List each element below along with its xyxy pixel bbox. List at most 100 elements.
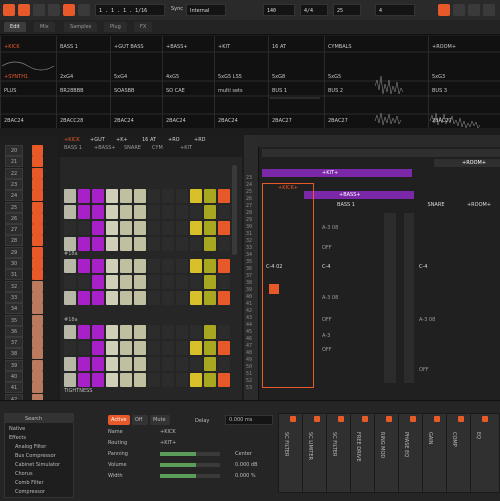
row-number[interactable]: 33 — [5, 291, 23, 303]
row-number[interactable]: 25 — [5, 201, 23, 213]
note-cell[interactable]: OFF — [322, 245, 332, 251]
browser-item[interactable]: Compressor — [15, 489, 45, 495]
row-number[interactable]: 23 — [5, 178, 23, 190]
matrix-cell[interactable] — [64, 291, 76, 305]
tab-mix[interactable]: Mix — [34, 22, 55, 32]
close-icon[interactable] — [483, 4, 495, 16]
pattern-slot[interactable] — [32, 235, 43, 247]
tempo-display[interactable]: 140 — [263, 4, 295, 16]
param-slider[interactable] — [160, 452, 220, 456]
matrix-cell[interactable] — [218, 205, 230, 219]
overview-track[interactable]: BASS 1 2xG4 BR28BBB 2BACC28 — [56, 36, 110, 128]
matrix-cell[interactable] — [204, 341, 216, 355]
kick-track-column[interactable]: +KICK+ — [262, 183, 314, 388]
latency-display[interactable]: 4 — [375, 4, 415, 16]
off-button[interactable]: Off — [132, 415, 148, 425]
matrix-cell[interactable] — [120, 189, 132, 203]
tab-fx[interactable]: FX — [134, 22, 153, 32]
matrix-cell[interactable] — [92, 341, 104, 355]
matrix-cell[interactable] — [106, 259, 118, 273]
browser-item[interactable]: Effects — [9, 435, 26, 441]
matrix-cell[interactable] — [120, 357, 132, 371]
matrix-cell[interactable] — [92, 275, 104, 289]
song-overview[interactable]: +KICK +SYNTH1 PLUS 2BAC24 BASS 1 2xG4 BR… — [0, 36, 500, 128]
metronome-icon[interactable] — [78, 4, 90, 16]
matrix-cell[interactable] — [92, 259, 104, 273]
zoom-display[interactable]: 25 — [333, 4, 361, 16]
note-cell[interactable]: A-3 08 — [322, 225, 338, 231]
overview-track[interactable]: CYMBALS 5xG5 BUS 2 2BAC27 — [324, 36, 374, 128]
matrix-cell[interactable] — [78, 259, 90, 273]
mute-button[interactable]: Mute — [150, 415, 170, 425]
row-number[interactable]: 21 — [5, 156, 23, 168]
matrix-cell[interactable] — [134, 221, 146, 235]
row-number[interactable]: 41 — [5, 382, 23, 394]
pattern-slot[interactable] — [32, 156, 43, 168]
note-cell[interactable]: OFF — [322, 317, 332, 323]
matrix-cell[interactable] — [106, 205, 118, 219]
param-value[interactable]: +KIT+ — [160, 440, 176, 446]
param-slider[interactable] — [160, 463, 220, 467]
row-number[interactable]: 37 — [5, 337, 23, 349]
device-browser[interactable]: Search Native Effects Analog Filter Bus Com… — [4, 413, 74, 498]
browser-item[interactable]: Analog Filter — [15, 444, 46, 450]
browser-item[interactable]: Native — [9, 426, 25, 432]
matrix-cell[interactable] — [134, 291, 146, 305]
matrix-cell[interactable] — [148, 259, 160, 273]
matrix-cell[interactable] — [148, 237, 160, 251]
matrix-cell[interactable] — [78, 291, 90, 305]
browser-item[interactable]: Bus Compressor — [15, 453, 56, 459]
stop-icon[interactable] — [18, 4, 30, 16]
row-number[interactable]: 34 — [5, 303, 23, 315]
matrix-cell[interactable] — [78, 341, 90, 355]
tab-edit[interactable]: Edit — [4, 22, 26, 32]
pattern-slot[interactable] — [32, 280, 43, 292]
device-power-icon[interactable] — [410, 416, 416, 422]
matrix-cell[interactable] — [162, 325, 174, 339]
matrix-cell[interactable] — [92, 205, 104, 219]
device-power-icon[interactable] — [338, 416, 344, 422]
pattern-editor[interactable]: +KIT+ +BASS+ +ROOM+ 23 24 25 26 27 28 29 30 31 32… — [244, 135, 500, 400]
matrix-scrollbar[interactable] — [232, 165, 237, 255]
matrix-header-rd[interactable]: +RD — [194, 137, 206, 143]
matrix-cell[interactable] — [78, 205, 90, 219]
position-display[interactable]: 1 . 1 . 1 . 1/16 — [95, 4, 165, 16]
overview-track[interactable]: +KIT 5xG5 LS5 multi sets 2BAC24 — [214, 36, 268, 128]
matrix-cell[interactable] — [162, 291, 174, 305]
matrix-cell[interactable] — [176, 291, 188, 305]
matrix-cell[interactable] — [190, 373, 202, 387]
cursor-cell[interactable] — [269, 284, 279, 294]
kit-banner[interactable]: +KIT+ — [262, 169, 412, 177]
matrix-cell[interactable] — [134, 259, 146, 273]
matrix-cell[interactable] — [162, 221, 174, 235]
matrix-cell[interactable] — [190, 259, 202, 273]
matrix-cell[interactable] — [92, 189, 104, 203]
matrix-header-kit[interactable]: +K+ — [116, 137, 128, 143]
help-icon[interactable] — [468, 4, 480, 16]
matrix-cell[interactable] — [64, 259, 76, 273]
matrix-cell[interactable] — [120, 275, 132, 289]
overview-track[interactable]: 16 AT 5xG8 BUS 1 2BAC27 — [268, 36, 324, 128]
pattern-slot[interactable] — [32, 201, 43, 213]
matrix-cell[interactable] — [148, 357, 160, 371]
matrix-cell[interactable] — [92, 221, 104, 235]
note-cell[interactable]: OFF — [419, 367, 429, 373]
matrix-cell[interactable] — [148, 325, 160, 339]
settings-icon[interactable] — [453, 4, 465, 16]
browser-search[interactable]: Search — [5, 414, 73, 423]
matrix-cell[interactable] — [64, 357, 76, 371]
matrix-cell[interactable] — [106, 189, 118, 203]
row-number[interactable]: 24 — [5, 190, 23, 202]
row-number[interactable]: 38 — [5, 348, 23, 360]
matrix-cell[interactable] — [120, 373, 132, 387]
matrix-cell[interactable] — [176, 373, 188, 387]
matrix-cell[interactable] — [148, 221, 160, 235]
matrix-cell[interactable] — [106, 325, 118, 339]
matrix-cell[interactable] — [92, 357, 104, 371]
matrix-cell[interactable] — [134, 373, 146, 387]
row-number[interactable]: 20 — [5, 145, 23, 156]
time-signature-display[interactable]: 4/4 — [300, 4, 328, 16]
matrix-cell[interactable] — [218, 291, 230, 305]
device-slot[interactable]: EQ — [470, 413, 500, 493]
pattern-slot[interactable] — [32, 337, 43, 349]
